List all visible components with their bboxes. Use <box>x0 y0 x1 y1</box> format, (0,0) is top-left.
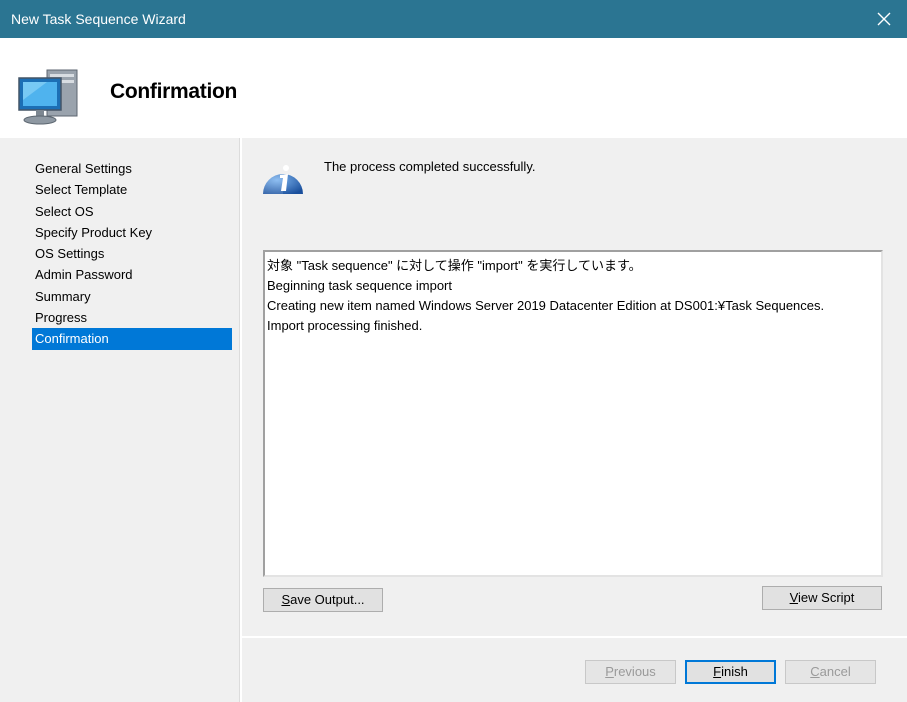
close-icon <box>877 12 891 26</box>
computer-icon <box>18 69 78 125</box>
close-button[interactable] <box>861 0 907 38</box>
sidebar-item-admin-password[interactable]: Admin Password <box>32 264 232 285</box>
title-bar: New Task Sequence Wizard <box>0 0 907 38</box>
page-heading: Confirmation <box>110 80 238 103</box>
cancel-label: ancel <box>819 664 851 679</box>
wizard-header: Confirmation <box>0 38 907 138</box>
sidebar-item-select-os[interactable]: Select OS <box>32 201 232 222</box>
status-message: The process completed successfully. <box>324 159 536 174</box>
sidebar-item-summary[interactable]: Summary <box>32 286 232 307</box>
sidebar-item-select-template[interactable]: Select Template <box>32 179 232 200</box>
view-script-mnemonic: V <box>789 590 799 605</box>
sidebar-item-os-settings[interactable]: OS Settings <box>32 243 232 264</box>
save-output-mnemonic: S <box>281 592 291 607</box>
cancel-mnemonic: C <box>810 664 820 679</box>
output-line: Creating new item named Windows Server 2… <box>267 298 825 313</box>
view-script-label: iew Script <box>798 590 855 605</box>
output-log[interactable]: 対象 "Task sequence" に対して操作 "import" を実行して… <box>263 250 883 577</box>
sidebar-item-progress[interactable]: Progress <box>32 307 232 328</box>
sidebar-item-specify-product-key[interactable]: Specify Product Key <box>32 222 232 243</box>
view-script-button[interactable]: View Script <box>762 586 882 610</box>
previous-label: revious <box>613 664 656 679</box>
finish-mnemonic: F <box>713 664 722 679</box>
wizard-footer: Previous Finish Cancel <box>242 638 907 702</box>
save-output-label: ave Output... <box>290 592 365 607</box>
window-title: New Task Sequence Wizard <box>11 11 186 27</box>
previous-button[interactable]: Previous <box>585 660 676 684</box>
wizard-steps-sidebar: General Settings Select Template Select … <box>0 138 240 702</box>
previous-mnemonic: P <box>605 664 614 679</box>
info-icon <box>263 165 303 194</box>
output-line: Import processing finished. <box>267 318 423 333</box>
sidebar-item-confirmation[interactable]: Confirmation <box>32 328 232 350</box>
finish-label: inish <box>721 664 748 679</box>
save-output-button[interactable]: Save Output... <box>263 588 383 612</box>
sidebar-item-general-settings[interactable]: General Settings <box>32 158 232 179</box>
finish-button[interactable]: Finish <box>685 660 776 684</box>
cancel-button[interactable]: Cancel <box>785 660 876 684</box>
output-line: Beginning task sequence import <box>267 278 453 293</box>
main-panel: The process completed successfully. 対象 "… <box>242 138 907 636</box>
output-line: 対象 "Task sequence" に対して操作 "import" を実行して… <box>267 258 642 273</box>
